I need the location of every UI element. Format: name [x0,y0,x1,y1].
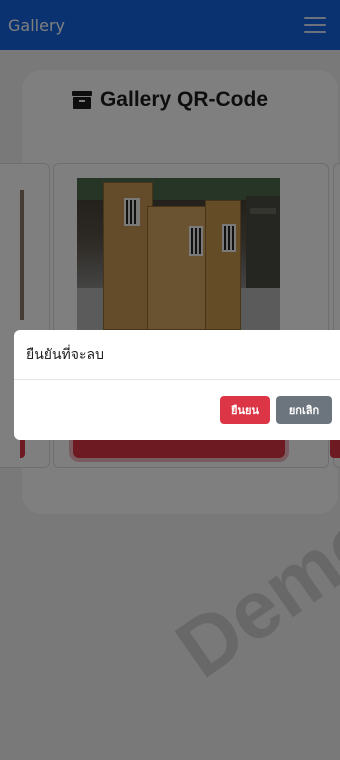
cancel-button[interactable]: ยกเลิก [276,396,332,424]
confirm-delete-modal: ยืนยันที่จะลบ ยืนยน ยกเลิก [14,330,340,440]
modal-header: ยืนยันที่จะลบ [14,330,340,380]
modal-footer: ยืนยน ยกเลิก [14,380,340,440]
modal-title: ยืนยันที่จะลบ [26,346,104,363]
confirm-button[interactable]: ยืนยน [220,396,270,424]
